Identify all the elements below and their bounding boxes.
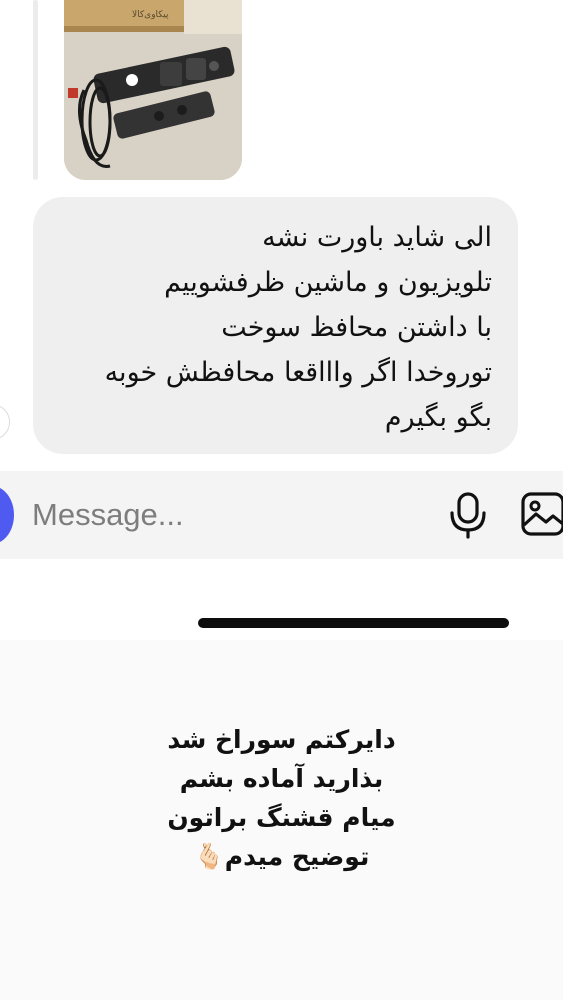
caption-line: دایرکتم سوراخ شد — [167, 725, 396, 754]
caption-line: توضیح میدم🫰🏻 — [193, 842, 370, 871]
photo-brand-label: پیکاوی‌کالا — [132, 10, 169, 20]
message-line: بگو بگیرم — [384, 402, 492, 433]
caption-line: میام قشنگ براتون — [167, 803, 396, 832]
microphone-icon[interactable] — [446, 491, 490, 539]
sender-avatar[interactable] — [0, 404, 10, 440]
message-line: توروخدا اگر واااقعا محافظش خوبه — [104, 357, 492, 388]
message-line: تلویزیون و ماشین ظرفشوییم — [164, 267, 492, 298]
message-composer — [0, 471, 563, 559]
home-indicator — [198, 618, 509, 628]
message-input[interactable] — [32, 493, 412, 537]
shared-photo[interactable]: پیکاوی‌کالا — [64, 0, 242, 180]
reply-indicator-line — [33, 0, 38, 180]
message-line: با داشتن محافظ سوخت — [221, 312, 492, 343]
camera-icon[interactable] — [0, 486, 14, 544]
caption-line: بذارید آماده بشم — [179, 764, 384, 793]
message-line: الی شاید باورت نشه — [262, 222, 492, 253]
gallery-icon[interactable] — [520, 491, 563, 537]
story-caption: دایرکتم سوراخ شد بذارید آماده بشم میام ق… — [0, 720, 563, 876]
power-strip-photo — [64, 0, 242, 180]
story-caption-area: دایرکتم سوراخ شد بذارید آماده بشم میام ق… — [0, 640, 563, 1000]
chat-thread: پیکاوی‌کالا الی شاید باورت نشه تلویزیون … — [0, 0, 563, 640]
story-screenshot: پیکاوی‌کالا الی شاید باورت نشه تلویزیون … — [0, 0, 563, 1000]
message-bubble[interactable]: الی شاید باورت نشه تلویزیون و ماشین ظرفش… — [33, 197, 518, 454]
